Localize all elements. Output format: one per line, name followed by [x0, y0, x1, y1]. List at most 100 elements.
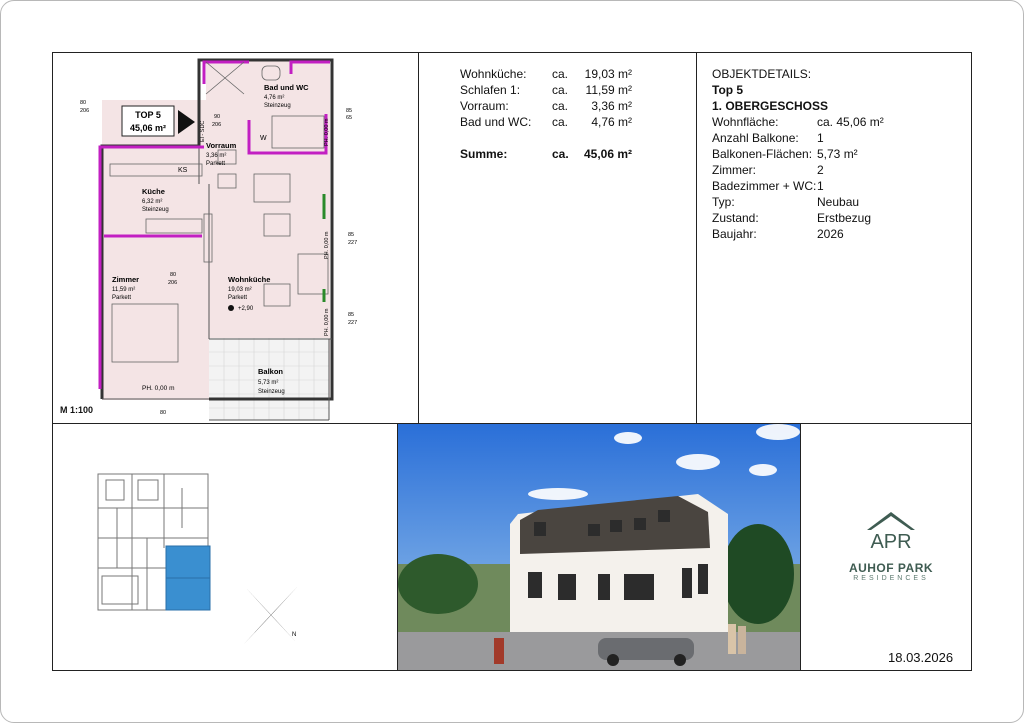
- unit-label: TOP 5: [135, 110, 161, 120]
- door-dim: 206: [80, 108, 89, 114]
- sum-label: Summe:: [460, 147, 508, 161]
- ph-label: PH. 0,00 m: [324, 308, 330, 336]
- logo-sub: RESIDENCES: [853, 575, 929, 582]
- room-value: 4,76 m²: [591, 115, 632, 129]
- compass-icon: N: [244, 586, 298, 644]
- window-dim: 85: [348, 232, 354, 238]
- object-details: OBJEKTDETAILS: Top 5 1. OBERGESCHOSS Woh…: [712, 66, 884, 242]
- details-value: 2026: [817, 227, 844, 241]
- logo-mark: APR: [870, 531, 911, 553]
- details-floor: 1. OBERGESCHOSS: [712, 99, 829, 113]
- room-zimmer-floor: Parkett: [112, 295, 131, 301]
- details-row: Anzahl Balkone: 1: [712, 130, 884, 146]
- details-heading: OBJEKTDETAILS:: [712, 67, 812, 81]
- window-dim: 65: [346, 115, 352, 121]
- divider: [696, 52, 697, 423]
- door-dim: 206: [168, 280, 177, 286]
- details-value: Erstbezug: [817, 211, 872, 225]
- room-ca: ca.: [552, 99, 569, 113]
- details-label: Badezimmer + WC:: [712, 179, 817, 193]
- window-dim: 85: [348, 312, 354, 318]
- room-zimmer-area: 11,59 m²: [112, 287, 135, 293]
- details-label: Baujahr:: [712, 227, 757, 241]
- ph-label: PH. 0,00 m: [324, 231, 330, 259]
- room-ca: ca.: [552, 67, 569, 81]
- unit-area: 45,06 m²: [130, 123, 166, 133]
- sum-row: Summe: ca. 45,06 m²: [460, 146, 632, 162]
- room-value: 3,36 m²: [591, 99, 632, 113]
- room-wohn-name: Wohnküche: [228, 275, 270, 284]
- level-mark: +2,90: [238, 306, 254, 312]
- details-value: 2: [817, 163, 824, 177]
- label-w: W: [260, 135, 267, 142]
- window-dim: 85: [346, 108, 352, 114]
- room-kueche-area: 6,32 m²: [142, 199, 162, 205]
- room-area-list: Wohnküche: ca. 19,03 m² Schlafen 1: ca. …: [460, 66, 632, 162]
- room-row: Vorraum: ca. 3,36 m²: [460, 98, 632, 114]
- details-row: Baujahr: 2026: [712, 226, 884, 242]
- room-label: Vorraum:: [460, 99, 509, 113]
- room-balkon-floor: Steinzeug: [258, 389, 285, 395]
- divider: [418, 52, 419, 423]
- room-bad-name: Bad und WC: [264, 83, 309, 92]
- details-row: Zimmer: 2: [712, 162, 884, 178]
- scale-label: M 1:100: [60, 405, 94, 415]
- details-value: Neubau: [817, 195, 860, 209]
- room-vorraum-area: 3,36 m²: [206, 153, 226, 159]
- details-row: Balkonen-Flächen: 5,73 m²: [712, 146, 884, 162]
- room-bad-floor: Steinzeug: [264, 103, 291, 109]
- room-kueche-floor: Steinzeug: [142, 207, 169, 213]
- level-marker-icon: [228, 305, 234, 311]
- details-label: Wohnfläche:: [712, 115, 779, 129]
- details-value: 1: [817, 179, 824, 193]
- door-dim: 206: [212, 122, 221, 128]
- ph-label: PH. 0,00 m: [324, 118, 330, 146]
- details-label: Anzahl Balkone:: [712, 131, 799, 145]
- details-row: Badezimmer + WC: 1: [712, 178, 884, 194]
- key-plan: [97, 473, 211, 611]
- room-balkon-area: 5,73 m²: [258, 380, 278, 386]
- room-wohn-floor: Parkett: [228, 295, 247, 301]
- room-label: Bad und WC:: [460, 115, 532, 129]
- room-vorraum-name: Vorraum: [206, 141, 237, 150]
- details-value: ca. 45,06 m²: [817, 115, 884, 129]
- label-ks: KS: [178, 167, 188, 174]
- room-zimmer-name: Zimmer: [112, 275, 139, 284]
- door-dim: 90: [214, 114, 220, 120]
- room-value: 11,59 m²: [585, 83, 632, 97]
- details-row: Typ: Neubau: [712, 194, 884, 210]
- window-dim: 227: [348, 240, 357, 246]
- room-row: Bad und WC: ca. 4,76 m²: [460, 114, 632, 130]
- divider: [800, 423, 801, 671]
- document-date: 18.03.2026: [888, 650, 954, 665]
- ph-label: PH. 0,00 m: [142, 385, 175, 392]
- logo-brand: AUHOF PARK: [848, 561, 934, 575]
- details-label: Zimmer:: [712, 163, 756, 177]
- room-label: Wohnküche:: [460, 67, 527, 81]
- window-dim: 227: [348, 320, 357, 326]
- room-bad-area: 4,76 m²: [264, 95, 284, 101]
- details-value: 5,73 m²: [817, 147, 858, 161]
- room-row: Wohnküche: ca. 19,03 m²: [460, 66, 632, 82]
- logo-mark-icon: APR: [867, 512, 915, 553]
- floor-plan: TOP 5 45,06 m² Bad und WC 4,76 m² Steinz…: [80, 58, 357, 421]
- room-value: 19,03 m²: [584, 67, 632, 81]
- room-ca: ca.: [552, 115, 569, 129]
- room-row: Schlafen 1: ca. 11,59 m²: [460, 82, 632, 98]
- details-unit: Top 5: [712, 83, 744, 97]
- room-kueche-name: Küche: [142, 187, 165, 196]
- details-label: Zustand:: [712, 211, 759, 225]
- room-balkon-name: Balkon: [258, 367, 283, 376]
- room-wohn-area: 19,03 m²: [228, 287, 252, 293]
- door-dim: 80: [160, 410, 166, 416]
- svg-text:N: N: [292, 632, 296, 638]
- room-ca: ca.: [552, 83, 569, 97]
- el-label: El - SDC: [200, 121, 206, 142]
- brand-logo: APR AUHOF PARK RESIDENCES: [836, 510, 946, 582]
- details-label: Balkonen-Flächen:: [712, 147, 813, 161]
- building-rendering: [398, 424, 800, 670]
- details-label: Typ:: [712, 195, 735, 209]
- door-dim: 80: [170, 272, 176, 278]
- details-row: Wohnfläche: ca. 45,06 m²: [712, 114, 884, 130]
- details-row: Zustand: Erstbezug: [712, 210, 884, 226]
